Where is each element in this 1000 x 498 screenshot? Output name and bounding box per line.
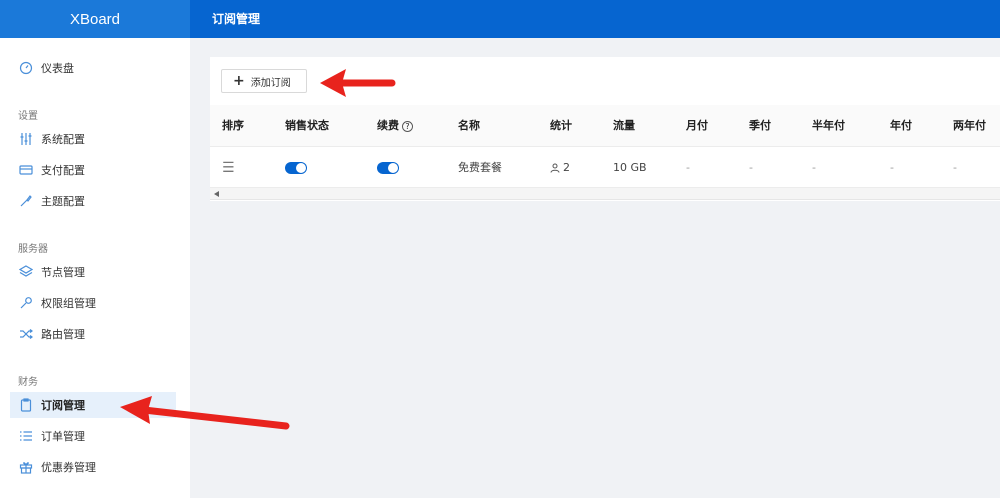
column-header-renew[interactable]: 续费? [377, 105, 413, 147]
sidebar-item-node-management[interactable]: 节点管理 [10, 259, 176, 285]
column-header-two-year[interactable]: 两年付 [953, 105, 986, 147]
sidebar-item-system-config[interactable]: 系统配置 [10, 126, 176, 152]
clipboard-icon [19, 398, 33, 412]
column-header-sale-status[interactable]: 销售状态 [285, 105, 329, 147]
toggle-knob [296, 163, 306, 173]
renew-toggle[interactable] [377, 162, 399, 174]
column-header-quarterly[interactable]: 季付 [749, 105, 771, 147]
sidebar-item-label: 订单管理 [41, 430, 85, 443]
toggle-knob [388, 163, 398, 173]
sidebar: 仪表盘 设置 系统配置 支付配置 主题配置 服务器 节点管理 权限组管理 路由管… [0, 38, 190, 498]
column-header-yearly[interactable]: 年付 [890, 105, 912, 147]
brush-icon [19, 194, 33, 208]
sidebar-item-label: 节点管理 [41, 266, 85, 279]
sidebar-item-order-management[interactable]: 订单管理 [10, 423, 176, 449]
horizontal-scrollbar[interactable] [210, 188, 1000, 200]
sidebar-item-label: 主题配置 [41, 195, 85, 208]
half-year-price: - [812, 161, 816, 174]
plan-name: 免费套餐 [458, 161, 502, 174]
gauge-icon [19, 61, 33, 75]
section-label-finance: 财务 [18, 377, 38, 388]
table-row: ☰ 免费套餐 2 10 GB - - - - - [210, 148, 1000, 188]
add-subscription-button[interactable]: + 添加订阅 [221, 69, 307, 93]
sidebar-item-subscription-management[interactable]: 订阅管理 [10, 392, 176, 418]
sidebar-item-label: 支付配置 [41, 164, 85, 177]
sidebar-item-theme-config[interactable]: 主题配置 [10, 188, 176, 214]
column-header-monthly[interactable]: 月付 [686, 105, 708, 147]
sidebar-item-label: 仪表盘 [41, 62, 74, 75]
column-header-renew-label: 续费 [377, 119, 399, 132]
sidebar-item-label: 优惠券管理 [41, 461, 96, 474]
plan-table-card: + 添加订阅 排序 销售状态 续费? 名称 统计 流量 月付 季付 半年付 年付… [210, 57, 1000, 201]
shuffle-icon [19, 327, 33, 341]
plus-icon: + [233, 73, 245, 89]
column-header-stats[interactable]: 统计 [550, 105, 572, 147]
sidebar-item-label: 系统配置 [41, 133, 85, 146]
sidebar-item-label: 路由管理 [41, 328, 85, 341]
sidebar-item-label: 订阅管理 [41, 399, 85, 412]
top-bar: XBoard 订阅管理 [0, 0, 1000, 38]
gift-icon [19, 460, 33, 474]
brand-logo[interactable]: XBoard [0, 0, 190, 38]
column-header-traffic[interactable]: 流量 [613, 105, 635, 147]
drag-handle-icon[interactable]: ☰ [222, 148, 235, 188]
quarterly-price: - [749, 161, 753, 174]
traffic-value: 10 GB [613, 161, 647, 174]
help-icon[interactable]: ? [402, 120, 413, 132]
scroll-left-icon[interactable] [214, 191, 219, 197]
section-label-server: 服务器 [18, 244, 48, 255]
wrench-icon [19, 296, 33, 310]
monthly-price: - [686, 161, 690, 174]
add-subscription-label: 添加订阅 [250, 77, 291, 89]
column-header-half-year[interactable]: 半年付 [812, 105, 845, 147]
sidebar-item-coupon-management[interactable]: 优惠券管理 [10, 454, 176, 480]
column-header-sort[interactable]: 排序 [222, 105, 244, 147]
credit-card-icon [19, 163, 33, 177]
layers-icon [19, 265, 33, 279]
sidebar-item-permission-group[interactable]: 权限组管理 [10, 290, 176, 316]
table-header: 排序 销售状态 续费? 名称 统计 流量 月付 季付 半年付 年付 两年付 [210, 105, 1000, 147]
sidebar-item-dashboard[interactable]: 仪表盘 [10, 55, 176, 81]
sidebar-item-payment-config[interactable]: 支付配置 [10, 157, 176, 183]
column-header-name[interactable]: 名称 [458, 105, 480, 147]
section-label-settings: 设置 [18, 111, 38, 122]
user-icon [550, 163, 560, 173]
sliders-icon [19, 132, 33, 146]
yearly-price: - [890, 161, 894, 174]
sidebar-item-route-management[interactable]: 路由管理 [10, 321, 176, 347]
user-count-value: 2 [563, 161, 570, 174]
sale-status-toggle[interactable] [285, 162, 307, 174]
page-title: 订阅管理 [212, 12, 261, 26]
list-icon [19, 429, 33, 443]
two-year-price: - [953, 161, 957, 174]
sidebar-item-label: 权限组管理 [41, 297, 96, 310]
user-count: 2 [550, 148, 570, 188]
